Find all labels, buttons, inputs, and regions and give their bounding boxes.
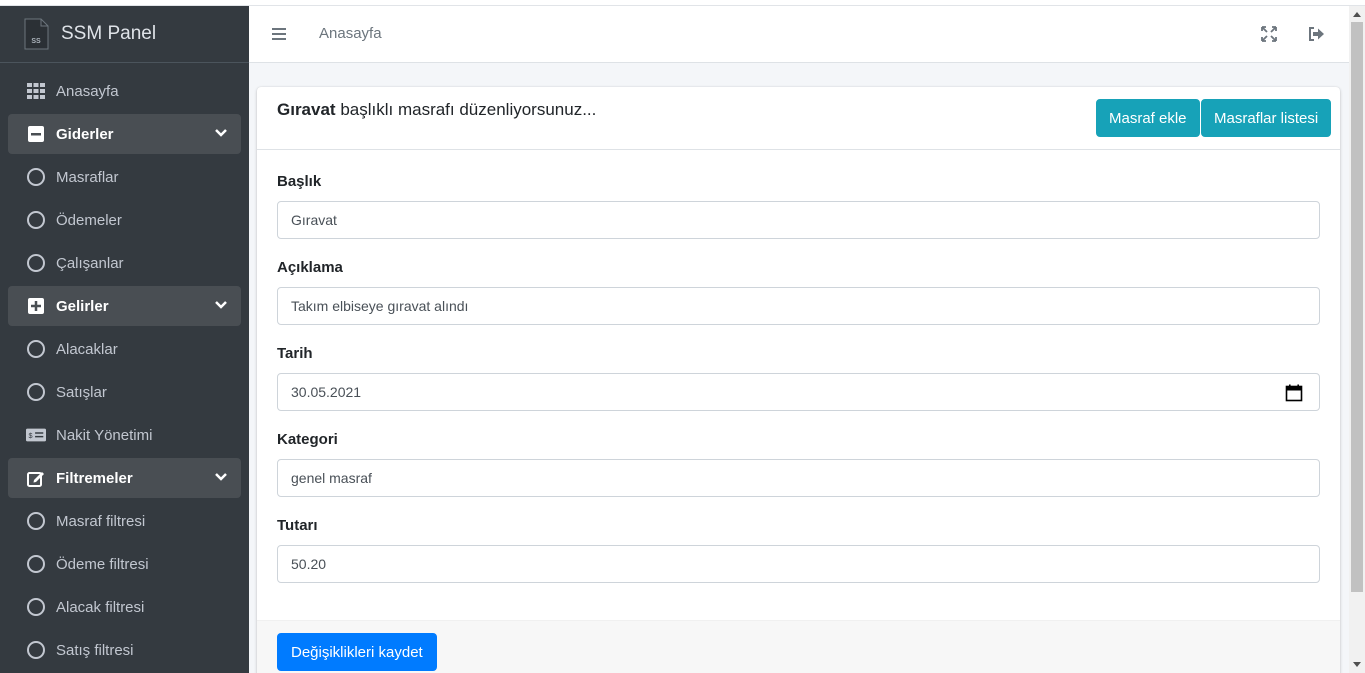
add-expense-button[interactable]: Masraf ekle (1096, 99, 1200, 137)
chevron-down-icon (215, 129, 227, 137)
form-group-title: Başlık Gıravat (277, 173, 1320, 239)
description-input-value: Takım elbiseye gıravat alındı (291, 298, 469, 314)
calendar-icon[interactable] (1285, 384, 1303, 402)
circle-icon (27, 512, 45, 530)
sidebar-item-label: Alacaklar (56, 340, 118, 358)
sidebar-item-label: Giderler (56, 125, 114, 143)
logout-icon[interactable] (1307, 25, 1325, 43)
minus-square-icon (26, 124, 46, 144)
amount-input[interactable]: 50.20 (277, 545, 1320, 583)
circle-icon (27, 555, 45, 573)
sidebar-item-masraf-filtresi[interactable]: Masraf filtresi (8, 501, 241, 541)
circle-icon (27, 254, 45, 272)
scroll-down-arrow-icon[interactable] (1353, 662, 1361, 667)
circle-icon (27, 383, 45, 401)
card-title: Gıravat başlıklı masrafı düzenliyorsunuz… (277, 100, 596, 120)
form-group-category: Kategori genel masraf (277, 431, 1320, 497)
circle-icon (27, 598, 45, 616)
sidebar-item-label: Çalışanlar (56, 254, 124, 272)
date-label: Tarih (277, 345, 313, 362)
card-title-rest: başlıklı masrafı düzenliyorsunuz... (335, 100, 597, 119)
sidebar-nav: Anasayfa Giderler Masraflar Ödemeler Çal… (0, 63, 249, 670)
sidebar-item-gelirler[interactable]: Gelirler (8, 286, 241, 326)
sidebar-item-anasayfa[interactable]: Anasayfa (8, 71, 241, 111)
circle-icon (27, 641, 45, 659)
form-group-description: Açıklama Takım elbiseye gıravat alındı (277, 259, 1320, 325)
money-bill-icon: $ (26, 425, 46, 445)
sidebar-item-label: Masraf filtresi (56, 512, 146, 530)
card-footer: Değişiklikleri kaydet (257, 620, 1340, 673)
title-input-value: Gıravat (291, 212, 337, 228)
category-label: Kategori (277, 431, 338, 448)
sidebar-item-label: Ödemeler (56, 211, 122, 229)
circle-icon (27, 168, 45, 186)
sidebar-item-satislar[interactable]: Satışlar (8, 372, 241, 412)
expense-title-bold: Gıravat (277, 100, 336, 119)
scroll-up-arrow-icon[interactable] (1353, 12, 1361, 17)
date-input-value: 30.05.2021 (291, 384, 362, 400)
sidebar-item-satis-filtresi[interactable]: Satış filtresi (8, 630, 241, 670)
amount-label: Tutarı (277, 517, 318, 534)
sidebar-item-giderler[interactable]: Giderler (8, 114, 241, 154)
brand-title: SSM Panel (61, 23, 157, 44)
sidebar-item-label: Ödeme filtresi (56, 555, 149, 573)
grid-icon (26, 81, 46, 101)
brand-link[interactable]: SS SSM Panel (0, 6, 249, 63)
brand-logo: SS (22, 17, 50, 51)
sidebar-item-label: Satışlar (56, 383, 107, 401)
date-input[interactable]: 30.05.2021 (277, 373, 1320, 411)
sidebar-item-masraflar[interactable]: Masraflar (8, 157, 241, 197)
save-changes-button[interactable]: Değişiklikleri kaydet (277, 633, 437, 671)
breadcrumb-home-link[interactable]: Anasayfa (319, 25, 382, 42)
sidebar-item-label: Filtremeler (56, 469, 133, 487)
form-group-amount: Tutarı 50.20 (277, 517, 1320, 583)
description-label: Açıklama (277, 259, 343, 276)
sidebar-item-label: Masraflar (56, 168, 119, 186)
sidebar-item-calisanlar[interactable]: Çalışanlar (8, 243, 241, 283)
circle-icon (27, 211, 45, 229)
sidebar-item-label: Anasayfa (56, 82, 119, 100)
description-input[interactable]: Takım elbiseye gıravat alındı (277, 287, 1320, 325)
circle-icon (27, 340, 45, 358)
sidebar-item-odeme-filtresi[interactable]: Ödeme filtresi (8, 544, 241, 584)
title-input[interactable]: Gıravat (277, 201, 1320, 239)
sidebar-item-label: Nakit Yönetimi (56, 426, 153, 444)
scrollbar-thumb[interactable] (1351, 22, 1363, 592)
hamburger-menu-icon[interactable] (271, 26, 289, 42)
brand-logo-text: SS (31, 38, 41, 45)
chevron-down-icon (215, 473, 227, 481)
chevron-down-icon (215, 301, 227, 309)
sidebar-item-label: Gelirler (56, 297, 109, 315)
edit-expense-card: Gıravat başlıklı masrafı düzenliyorsunuz… (257, 87, 1340, 673)
edit-icon (26, 468, 46, 488)
expense-list-button[interactable]: Masraflar listesi (1201, 99, 1332, 137)
fullscreen-icon[interactable] (1260, 25, 1278, 43)
sidebar-item-filtremeler[interactable]: Filtremeler (8, 458, 241, 498)
sidebar-item-nakit-yonetimi[interactable]: $ Nakit Yönetimi (8, 415, 241, 455)
sidebar: SS SSM Panel Anasayfa Giderler Masraflar… (0, 6, 249, 673)
sidebar-item-label: Alacak filtresi (56, 598, 145, 616)
page-scrollbar[interactable] (1349, 6, 1365, 673)
form-group-date: Tarih 30.05.2021 (277, 345, 1320, 411)
title-label: Başlık (277, 173, 322, 190)
card-header: Gıravat başlıklı masrafı düzenliyorsunuz… (257, 87, 1340, 150)
amount-input-value: 50.20 (291, 556, 327, 572)
sidebar-item-odemeler[interactable]: Ödemeler (8, 200, 241, 240)
category-input[interactable]: genel masraf (277, 459, 1320, 497)
top-navbar: Anasayfa (249, 6, 1349, 63)
sidebar-item-alacaklar[interactable]: Alacaklar (8, 329, 241, 369)
sidebar-item-alacak-filtresi[interactable]: Alacak filtresi (8, 587, 241, 627)
sidebar-item-label: Satış filtresi (56, 641, 134, 659)
plus-square-icon (26, 296, 46, 316)
category-input-value: genel masraf (291, 470, 372, 486)
svg-text:$: $ (29, 431, 33, 440)
